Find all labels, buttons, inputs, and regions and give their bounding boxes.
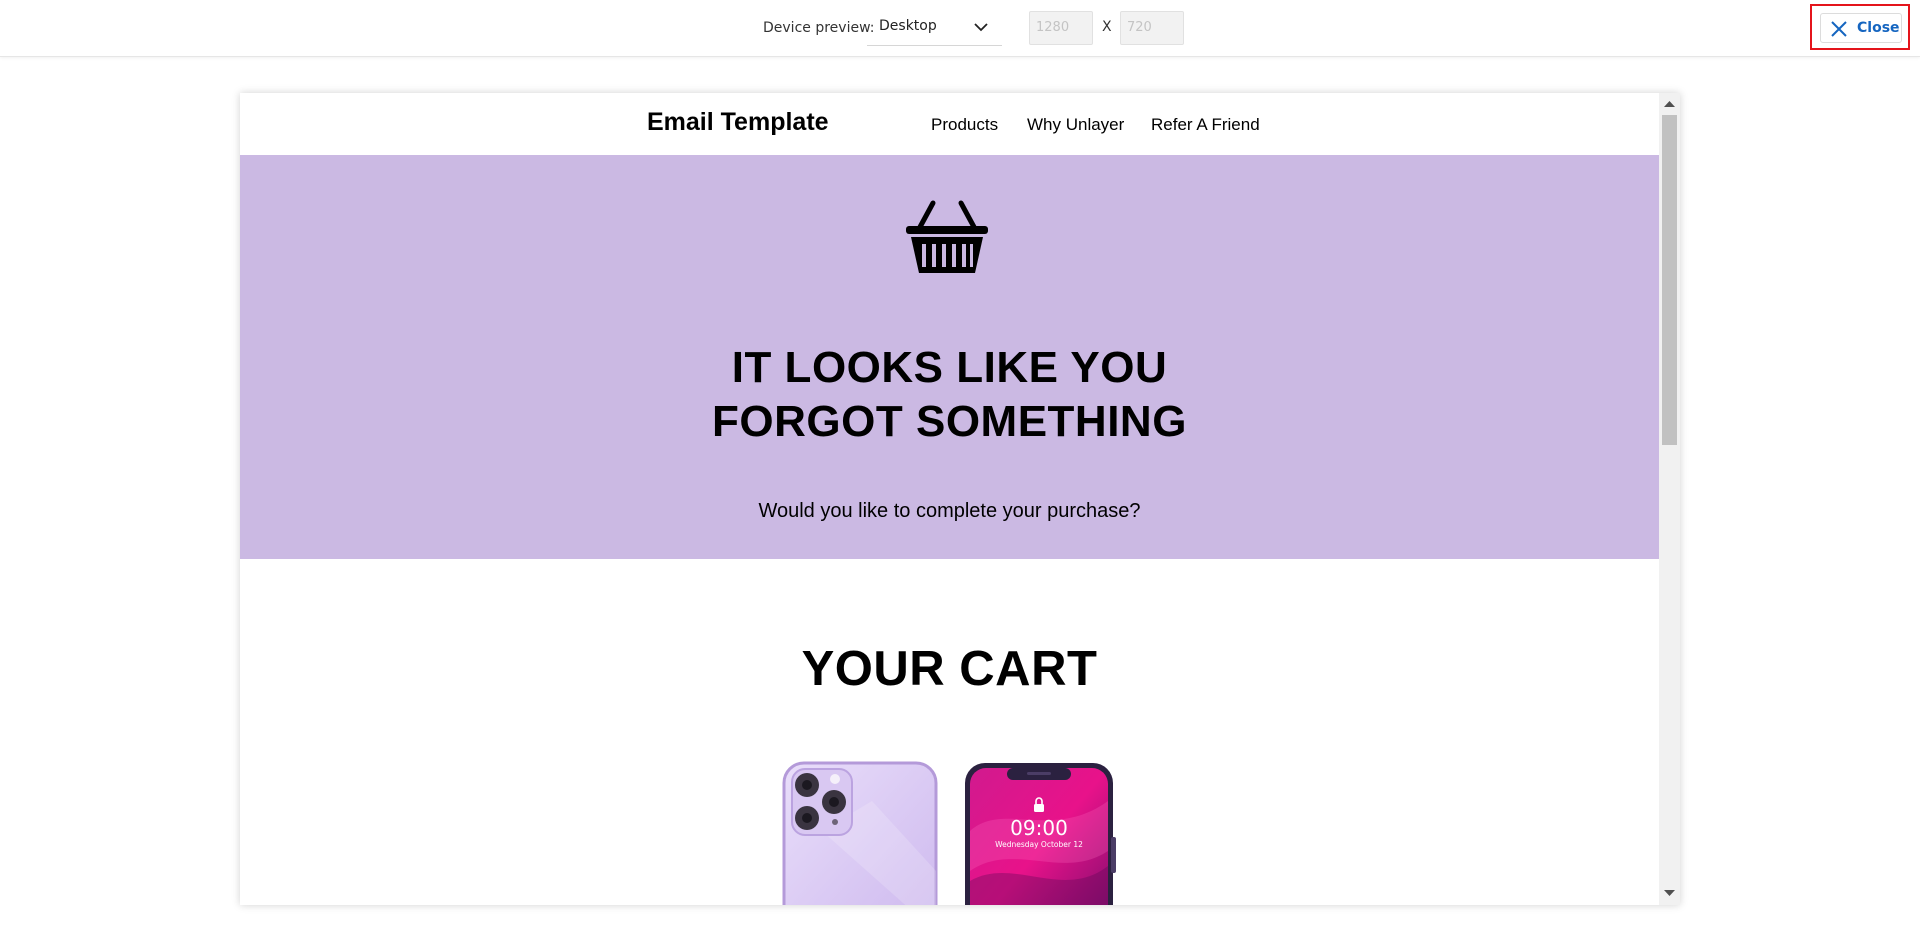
phone-date: Wednesday October 12 [995, 840, 1083, 849]
email-content[interactable]: Email Template Products Why Unlayer Refe… [240, 93, 1659, 905]
close-button[interactable]: Close [1820, 13, 1902, 43]
email-preview-frame: Email Template Products Why Unlayer Refe… [240, 93, 1680, 905]
height-input[interactable]: 720 [1120, 11, 1184, 45]
scroll-down-icon[interactable] [1664, 890, 1675, 897]
scrollbar-thumb[interactable] [1662, 115, 1677, 445]
cart-title: YOUR CART [801, 642, 1098, 696]
device-preview-label: Device preview: [763, 20, 875, 36]
nav-link-why-unlayer[interactable]: Why Unlayer [1027, 115, 1124, 135]
device-select[interactable]: Desktop [867, 11, 1002, 46]
hero-section: IT LOOKS LIKE YOU FORGOT SOMETHING Would… [240, 155, 1659, 559]
hero-title-line-1: IT LOOKS LIKE YOU [731, 343, 1168, 392]
nav-link-products[interactable]: Products [931, 115, 998, 135]
close-button-label: Close [1857, 20, 1900, 36]
close-icon [1831, 21, 1847, 37]
hero-subtitle: Would you like to complete your purchase… [758, 500, 1141, 522]
basket-icon [906, 200, 988, 273]
email-brand: Email Template [647, 108, 829, 136]
product-image-phone-back [782, 761, 938, 905]
hero-title-line-2: FORGOT SOMETHING [712, 397, 1187, 446]
width-input[interactable]: 1280 [1029, 11, 1093, 45]
preview-toolbar: Device preview: Desktop 1280 X 720 Close [0, 0, 1920, 57]
scroll-up-icon[interactable] [1664, 100, 1675, 107]
product-image-phone-front: 09:00 Wednesday October 12 [965, 763, 1116, 905]
dimension-separator: X [1102, 19, 1112, 35]
email-header: Email Template Products Why Unlayer Refe… [240, 93, 1659, 155]
chevron-down-icon [974, 23, 988, 32]
hero-title: IT LOOKS LIKE YOU FORGOT SOMETHING [240, 341, 1659, 449]
nav-link-refer-a-friend[interactable]: Refer A Friend [1151, 115, 1260, 135]
close-highlight: Close [1810, 4, 1910, 50]
preview-scrollbar[interactable] [1659, 93, 1680, 905]
phone-time: 09:00 [1010, 816, 1068, 840]
device-select-value: Desktop [879, 18, 937, 34]
